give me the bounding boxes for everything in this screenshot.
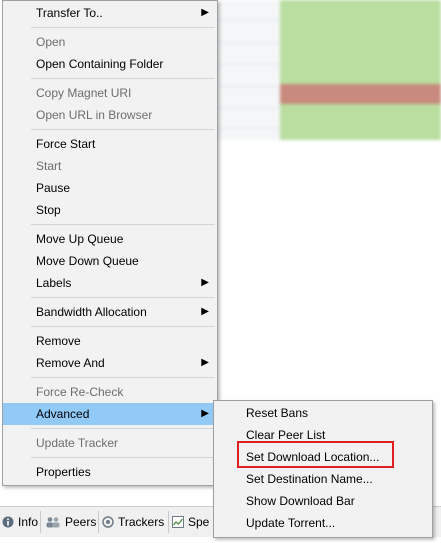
menu-item-open-url-in-browser[interactable]: Open URL in Browser	[3, 104, 217, 126]
tab-info-label: Info	[18, 515, 39, 529]
menu-item-label: Remove	[36, 334, 81, 348]
menu-item-label: Open Containing Folder	[36, 57, 164, 71]
menu-item-copy-magnet-uri[interactable]: Copy Magnet URI	[3, 82, 217, 104]
chevron-right-icon: ▶	[201, 306, 209, 317]
menu-item-bandwidth-allocation[interactable]: Bandwidth Allocation ▶	[3, 301, 217, 323]
torrent-context-menu: Transfer To.. ▶ Open Open Containing Fol…	[2, 0, 218, 486]
submenu-item-label: Update Torrent...	[246, 516, 336, 530]
menu-item-label: Advanced	[36, 407, 90, 421]
menu-item-label: Labels	[36, 276, 72, 290]
menu-item-label: Start	[36, 159, 62, 173]
menu-item-update-tracker[interactable]: Update Tracker	[3, 432, 217, 454]
menu-item-start[interactable]: Start	[3, 155, 217, 177]
menu-item-label: Open	[36, 35, 66, 49]
tab-info[interactable]: Info	[2, 513, 38, 531]
menu-item-labels[interactable]: Labels ▶	[3, 272, 217, 294]
tab-speed-label: Spe	[188, 515, 210, 529]
menu-item-label: Bandwidth Allocation	[36, 305, 147, 319]
tab-trackers[interactable]: Trackers	[102, 513, 164, 531]
tab-trackers-label: Trackers	[118, 515, 165, 529]
submenu-item-show-download-bar[interactable]: Show Download Bar	[214, 490, 432, 512]
info-icon	[2, 516, 14, 528]
menu-item-transfer-to[interactable]: Transfer To.. ▶	[3, 2, 217, 24]
menu-item-label: Properties	[36, 465, 91, 479]
tab-peers[interactable]: Peers	[45, 513, 96, 531]
menu-item-label: Pause	[36, 181, 71, 195]
highlight-outline	[237, 441, 394, 468]
menu-item-label: Update Tracker	[36, 436, 119, 450]
chevron-right-icon: ▶	[201, 408, 209, 419]
menu-item-label: Transfer To..	[36, 6, 103, 20]
menu-item-label: Move Down Queue	[36, 254, 139, 268]
submenu-item-label: Reset Bans	[246, 406, 309, 420]
menu-item-open[interactable]: Open	[3, 31, 217, 53]
submenu-item-label: Show Download Bar	[246, 494, 355, 508]
menu-item-remove[interactable]: Remove	[3, 330, 217, 352]
menu-item-advanced[interactable]: Advanced ▶	[3, 403, 217, 425]
torrent-list-blurred	[218, 0, 441, 140]
selected-row	[280, 84, 441, 104]
tab-speed[interactable]: Spe	[172, 513, 209, 531]
speed-icon	[172, 516, 184, 528]
menu-item-stop[interactable]: Stop	[3, 199, 217, 221]
menu-item-label: Force Re-Check	[36, 385, 124, 399]
menu-item-move-up-queue[interactable]: Move Up Queue	[3, 228, 217, 250]
menu-item-remove-and[interactable]: Remove And ▶	[3, 352, 217, 374]
chevron-right-icon: ▶	[201, 7, 209, 18]
menu-item-label: Remove And	[36, 356, 105, 370]
menu-item-label: Move Up Queue	[36, 232, 124, 246]
menu-item-label: Force Start	[36, 137, 96, 151]
advanced-submenu: Reset Bans Clear Peer List Set Download …	[213, 400, 433, 538]
submenu-item-label: Set Destination Name...	[246, 472, 373, 486]
submenu-item-reset-bans[interactable]: Reset Bans	[214, 402, 432, 424]
menu-item-force-recheck[interactable]: Force Re-Check	[3, 381, 217, 403]
menu-item-open-containing-folder[interactable]: Open Containing Folder	[3, 53, 217, 75]
submenu-item-set-destination-name[interactable]: Set Destination Name...	[214, 468, 432, 490]
menu-item-move-down-queue[interactable]: Move Down Queue	[3, 250, 217, 272]
tab-peers-label: Peers	[65, 515, 97, 529]
menu-item-label: Open URL in Browser	[36, 108, 153, 122]
trackers-icon	[102, 516, 114, 528]
menu-item-pause[interactable]: Pause	[3, 177, 217, 199]
menu-item-label: Copy Magnet URI	[36, 86, 132, 100]
submenu-item-update-torrent[interactable]: Update Torrent...	[214, 512, 432, 534]
menu-item-label: Stop	[36, 203, 61, 217]
menu-item-force-start[interactable]: Force Start	[3, 133, 217, 155]
chevron-right-icon: ▶	[201, 277, 209, 288]
menu-item-properties[interactable]: Properties	[3, 461, 217, 483]
chevron-right-icon: ▶	[201, 357, 209, 368]
peers-icon	[46, 517, 60, 528]
progress-column	[280, 0, 441, 140]
